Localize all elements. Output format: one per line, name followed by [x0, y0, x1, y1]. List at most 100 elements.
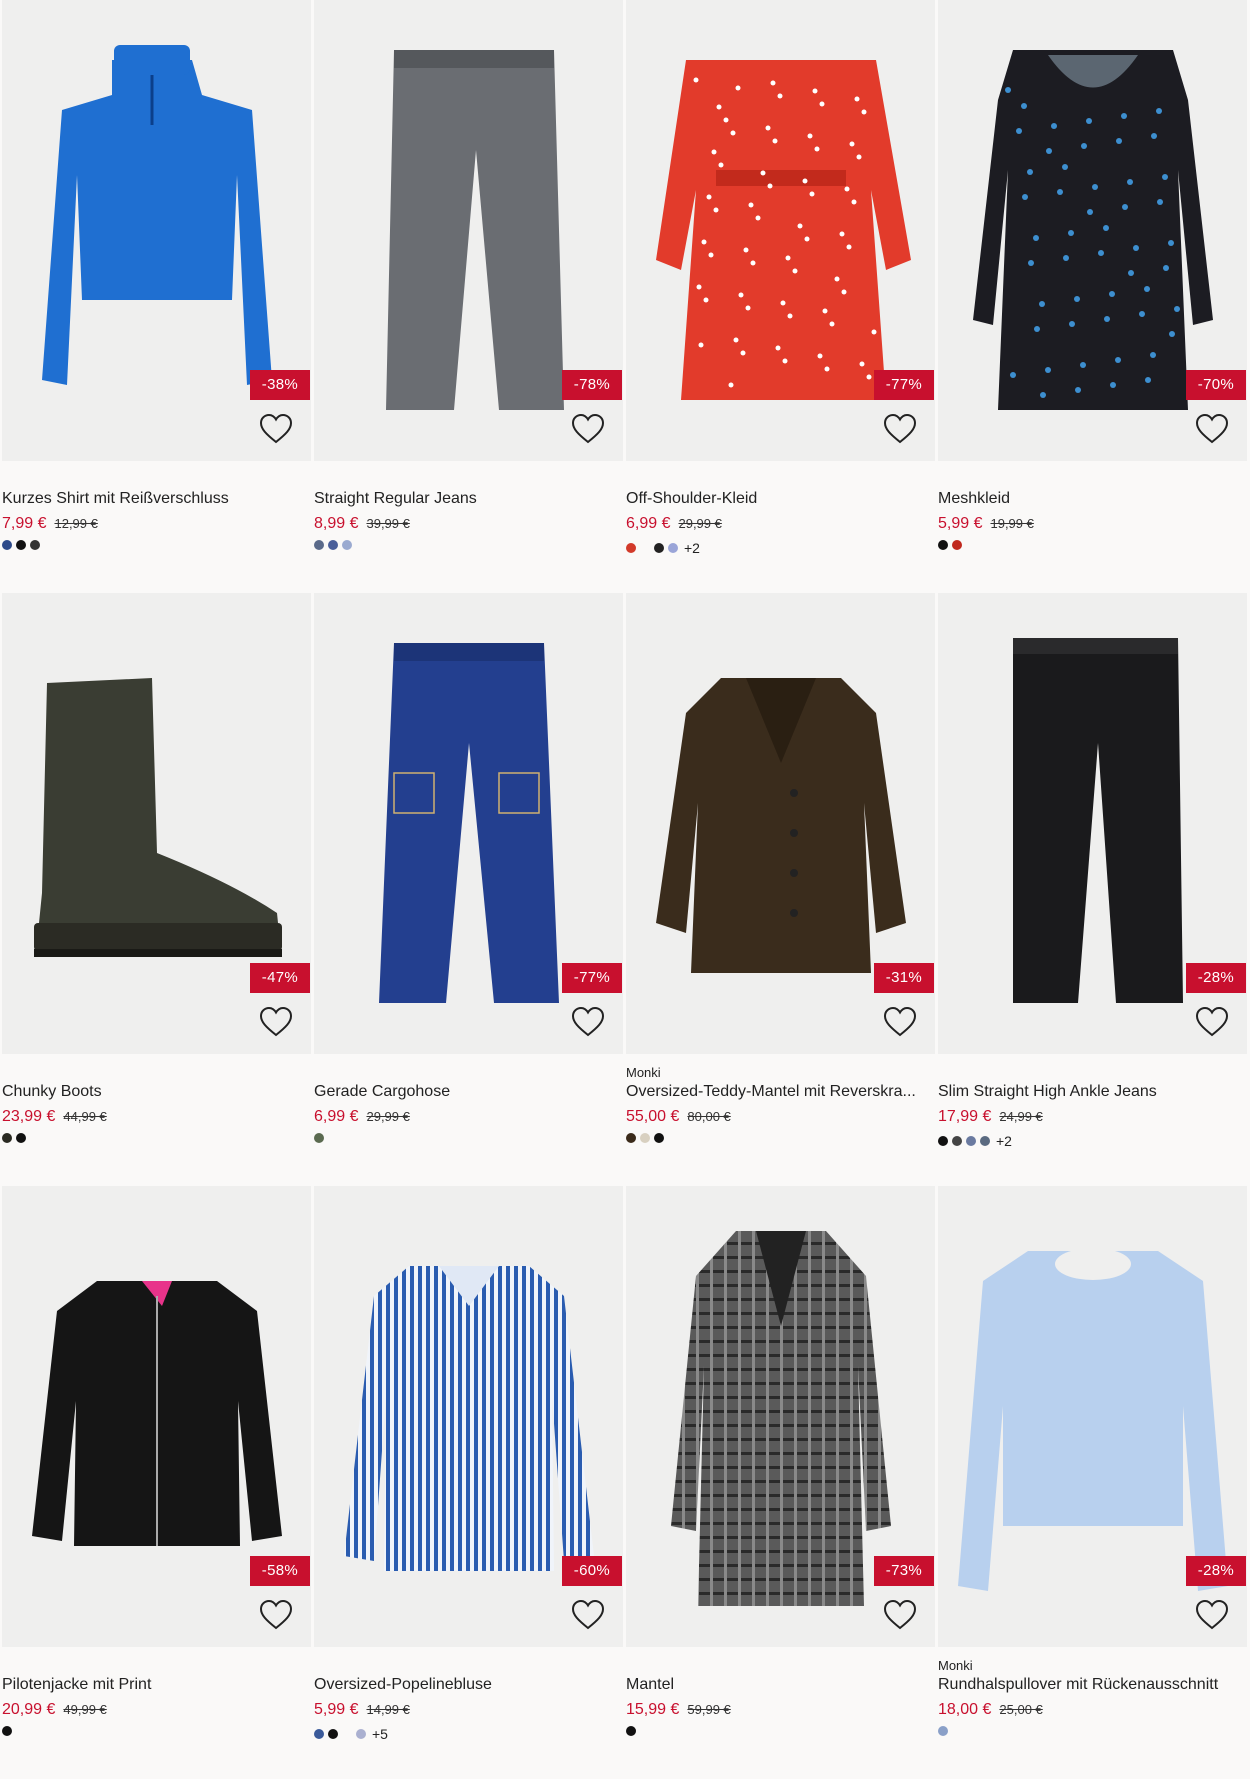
color-swatch[interactable] — [626, 543, 636, 553]
price-row: 6,99 € 29,99 € — [314, 1108, 410, 1126]
color-swatch[interactable] — [952, 540, 962, 550]
color-swatch[interactable] — [328, 1729, 338, 1739]
product-title[interactable]: Pilotenjacke mit Print — [2, 1676, 307, 1694]
color-swatch[interactable] — [356, 1729, 366, 1739]
color-swatch[interactable] — [952, 1136, 962, 1146]
more-colors-count: +2 — [684, 540, 700, 556]
product-image[interactable]: -38% — [2, 0, 311, 461]
favorite-heart-icon[interactable] — [1195, 1599, 1229, 1631]
product-image[interactable]: -28% — [938, 1186, 1247, 1647]
favorite-heart-icon[interactable] — [259, 1006, 293, 1038]
price-row: 5,99 € 14,99 € — [314, 1701, 410, 1719]
color-swatch[interactable] — [654, 543, 664, 553]
discount-badge: -78% — [561, 370, 622, 400]
original-price: 49,99 € — [63, 1702, 107, 1717]
price-row: 23,99 € 44,99 € — [2, 1108, 107, 1126]
product-card[interactable]: -78% Straight Regular Jeans 8,99 € 39,99 € — [314, 0, 623, 593]
product-card[interactable]: -70% Meshkleid 5,99 € 19,99 € — [938, 0, 1247, 593]
product-card[interactable]: -73% Mantel 15,99 € 59,99 € — [626, 1186, 935, 1779]
original-price: 12,99 € — [54, 516, 98, 531]
color-swatch[interactable] — [314, 540, 324, 550]
color-swatch[interactable] — [2, 1133, 12, 1143]
color-swatch[interactable] — [314, 1729, 324, 1739]
sale-price: 5,99 € — [314, 1701, 359, 1718]
favorite-heart-icon[interactable] — [571, 413, 605, 445]
product-card[interactable]: -60% Oversized-Popelinebluse 5,99 € 14,99 €… — [314, 1186, 623, 1779]
color-swatch[interactable] — [626, 1726, 636, 1736]
favorite-heart-icon[interactable] — [883, 413, 917, 445]
product-image[interactable]: -47% — [2, 593, 311, 1054]
favorite-heart-icon[interactable] — [1195, 1006, 1229, 1038]
color-swatch[interactable] — [328, 540, 338, 550]
product-title[interactable]: Slim Straight High Ankle Jeans — [938, 1083, 1243, 1101]
product-card[interactable]: -77% Gerade Cargohose 6,99 € 29,99 € — [314, 593, 623, 1186]
product-title[interactable]: Oversized-Popelinebluse — [314, 1676, 619, 1694]
color-swatches — [2, 1133, 26, 1143]
product-title[interactable]: Meshkleid — [938, 490, 1243, 508]
product-image[interactable]: -78% — [314, 0, 623, 461]
product-card[interactable]: -47% Chunky Boots 23,99 € 44,99 € — [2, 593, 311, 1186]
sale-price: 7,99 € — [2, 515, 47, 532]
favorite-heart-icon[interactable] — [571, 1599, 605, 1631]
product-card[interactable]: -28% Slim Straight High Ankle Jeans 17,99 … — [938, 593, 1247, 1186]
color-swatch[interactable] — [938, 540, 948, 550]
product-image[interactable]: -58% — [2, 1186, 311, 1647]
color-swatch[interactable] — [30, 540, 40, 550]
color-swatch[interactable] — [668, 543, 678, 553]
product-title[interactable]: Rundhalspullover mit Rückenausschnitt — [938, 1676, 1243, 1694]
favorite-heart-icon[interactable] — [571, 1006, 605, 1038]
original-price: 39,99 € — [366, 516, 410, 531]
discount-badge: -28% — [1185, 963, 1246, 993]
product-title[interactable]: Straight Regular Jeans — [314, 490, 619, 508]
product-image[interactable]: -77% — [314, 593, 623, 1054]
product-title[interactable]: Oversized-Teddy-Mantel mit Reverskra... — [626, 1083, 931, 1101]
more-colors-count: +2 — [996, 1133, 1012, 1149]
color-swatch[interactable] — [342, 540, 352, 550]
product-card[interactable]: -38% Kurzes Shirt mit Reißverschluss 7,99 … — [2, 0, 311, 593]
product-image[interactable]: -60% — [314, 1186, 623, 1647]
price-row: 8,99 € 39,99 € — [314, 515, 410, 533]
product-info: Kurzes Shirt mit Reißverschluss 7,99 € 12,… — [2, 461, 311, 593]
product-card[interactable]: -77% Off-Shoulder-Kleid 6,99 € 29,99 € +2 — [626, 0, 935, 593]
color-swatch[interactable] — [938, 1136, 948, 1146]
color-swatch[interactable] — [938, 1726, 948, 1736]
favorite-heart-icon[interactable] — [259, 1599, 293, 1631]
color-swatch[interactable] — [2, 540, 12, 550]
color-swatch[interactable] — [980, 1136, 990, 1146]
color-swatch[interactable] — [966, 1136, 976, 1146]
discount-badge: -58% — [249, 1556, 310, 1586]
color-swatch[interactable] — [654, 1133, 664, 1143]
favorite-heart-icon[interactable] — [259, 413, 293, 445]
original-price: 14,99 € — [366, 1702, 410, 1717]
favorite-heart-icon[interactable] — [883, 1599, 917, 1631]
color-swatch[interactable] — [16, 1133, 26, 1143]
product-image[interactable]: -28% — [938, 593, 1247, 1054]
color-swatch[interactable] — [626, 1133, 636, 1143]
product-title[interactable]: Kurzes Shirt mit Reißverschluss — [2, 490, 307, 508]
original-price: 59,99 € — [687, 1702, 731, 1717]
discount-badge: -70% — [1185, 370, 1246, 400]
color-swatch[interactable] — [2, 1726, 12, 1736]
favorite-heart-icon[interactable] — [883, 1006, 917, 1038]
product-card[interactable]: -28% Monki Rundhalspullover mit Rückenauss… — [938, 1186, 1247, 1779]
product-image[interactable]: -70% — [938, 0, 1247, 461]
original-price: 25,00 € — [999, 1702, 1043, 1717]
color-swatch[interactable] — [640, 1133, 650, 1143]
product-card[interactable]: -31% Monki Oversized-Teddy-Mantel mit Reve… — [626, 593, 935, 1186]
product-image[interactable]: -73% — [626, 1186, 935, 1647]
product-card[interactable]: -58% Pilotenjacke mit Print 20,99 € 49,99 € — [2, 1186, 311, 1779]
product-image[interactable]: -77% — [626, 0, 935, 461]
color-swatch[interactable] — [16, 540, 26, 550]
price-row: 5,99 € 19,99 € — [938, 515, 1034, 533]
product-title[interactable]: Gerade Cargohose — [314, 1083, 619, 1101]
product-title[interactable]: Off-Shoulder-Kleid — [626, 490, 931, 508]
favorite-heart-icon[interactable] — [1195, 413, 1229, 445]
product-image[interactable]: -31% — [626, 593, 935, 1054]
product-title[interactable]: Mantel — [626, 1676, 931, 1694]
color-swatch[interactable] — [314, 1133, 324, 1143]
product-info: Pilotenjacke mit Print 20,99 € 49,99 € — [2, 1647, 311, 1779]
original-price: 19,99 € — [990, 516, 1034, 531]
product-info: Slim Straight High Ankle Jeans 17,99 € 24,… — [938, 1054, 1247, 1186]
product-title[interactable]: Chunky Boots — [2, 1083, 307, 1101]
original-price: 29,99 € — [678, 516, 722, 531]
